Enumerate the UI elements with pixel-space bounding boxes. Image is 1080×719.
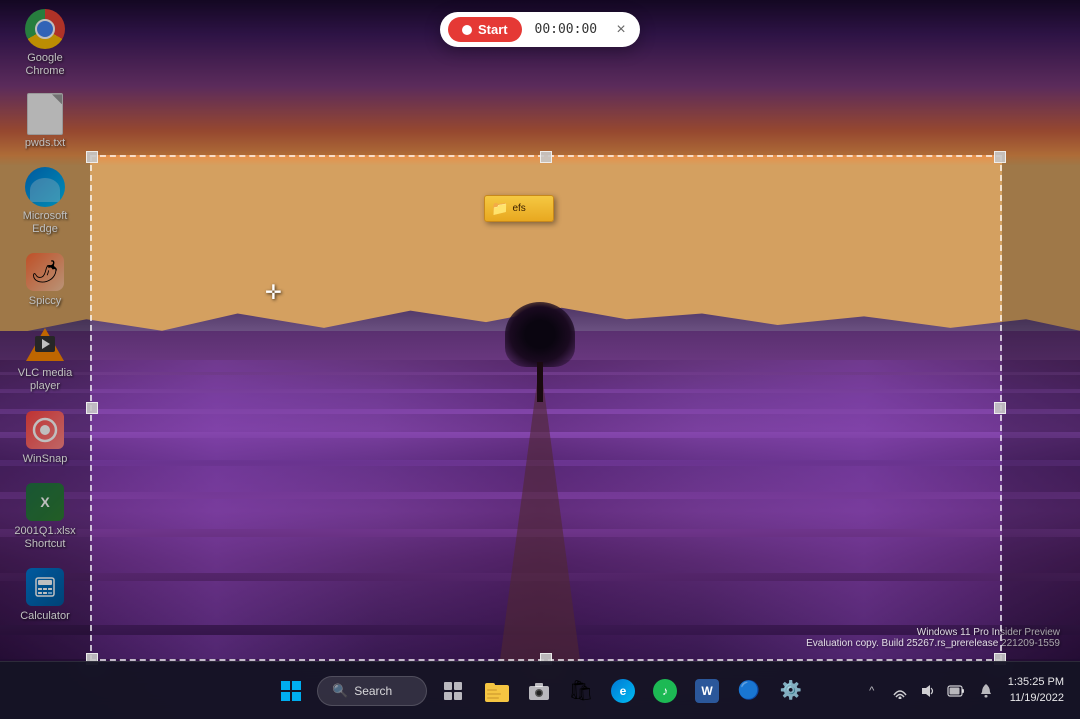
clock-time: 1:35:25 PM — [1008, 675, 1064, 690]
chrome-icon — [25, 9, 65, 49]
start-recording-button[interactable]: Start — [448, 17, 522, 42]
taskbar-center: 🔍 Search — [271, 671, 809, 711]
vlc-label: VLC media player — [9, 367, 81, 393]
spotify-button[interactable]: ♪ — [647, 673, 683, 709]
task-view-button[interactable] — [433, 671, 473, 711]
network-svg — [892, 683, 908, 699]
sound-svg — [920, 683, 936, 699]
camera-button[interactable] — [521, 673, 557, 709]
timer-display: 00:00:00 — [530, 22, 602, 37]
recording-toolbar: Start 00:00:00 × — [440, 12, 640, 47]
desktop-icon-winsnap[interactable]: WinSnap — [5, 406, 85, 470]
desktop-icon-excel[interactable]: X 2001Q1.xlsx Shortcut — [5, 478, 85, 555]
unknown-icon-button[interactable]: 🔵 — [731, 673, 767, 709]
file-explorer-button[interactable] — [479, 673, 515, 709]
calc-svg — [33, 575, 57, 599]
edge-taskbar-icon: e — [611, 679, 635, 703]
excel-label: 2001Q1.xlsx Shortcut — [9, 525, 81, 551]
rec-indicator — [462, 25, 472, 35]
tree-trunk — [537, 362, 543, 402]
pwds-icon-img — [25, 94, 65, 134]
spotify-icon: ♪ — [653, 679, 677, 703]
windows-watermark: Windows 11 Pro Insider Preview Evaluatio… — [806, 627, 1060, 649]
spiccy-label: Spiccy — [29, 295, 61, 308]
network-icon[interactable] — [888, 679, 912, 703]
word-icon: W — [695, 679, 719, 703]
tree-canopy — [505, 302, 575, 367]
folder-label: efs — [512, 203, 525, 214]
search-label: Search — [354, 684, 392, 698]
winsnap-label: WinSnap — [23, 453, 68, 466]
pwds-label: pwds.txt — [25, 137, 65, 150]
folder-popup[interactable]: 📁 efs — [484, 195, 554, 222]
clock[interactable]: 1:35:25 PM 11/19/2022 — [1004, 673, 1068, 708]
camera-icon — [528, 681, 550, 701]
excel-icon-img: X — [25, 482, 65, 522]
clock-date: 11/19/2022 — [1008, 691, 1064, 706]
desktop-icon-google-chrome[interactable]: Google Chrome — [5, 5, 85, 82]
task-view-icon — [443, 681, 463, 701]
close-toolbar-button[interactable]: × — [610, 19, 632, 41]
winsnap-svg — [32, 417, 58, 443]
battery-icon[interactable] — [944, 679, 968, 703]
folder-icon: 📁 — [491, 200, 508, 217]
windows-logo-icon — [280, 680, 302, 702]
taskbar-right: ^ — [860, 673, 1068, 708]
search-bar[interactable]: 🔍 Search — [317, 676, 427, 706]
store-button[interactable]: 🛍 — [563, 673, 599, 709]
excel-icon: X — [26, 483, 64, 521]
chrome-icon-img — [25, 9, 65, 49]
edge-taskbar-button[interactable]: e — [605, 673, 641, 709]
desktop-icon-calculator[interactable]: Calculator — [5, 563, 85, 627]
word-button[interactable]: W — [689, 673, 725, 709]
show-hidden-icons-button[interactable]: ^ — [860, 679, 884, 703]
sky-layer — [0, 0, 1080, 345]
calc-icon — [26, 568, 64, 606]
file-explorer-icon — [485, 680, 509, 702]
desktop-icon-vlc[interactable]: VLC media player — [5, 320, 85, 397]
notification-svg — [978, 683, 994, 699]
desktop-icon-spiccy[interactable]: 🌶 Spiccy — [5, 248, 85, 312]
vlc-icon-img — [25, 324, 65, 364]
sound-icon[interactable] — [916, 679, 940, 703]
watermark-line2: Evaluation copy. Build 25267.rs_prerelea… — [806, 638, 1060, 649]
system-tray: ^ — [860, 679, 968, 703]
spicy-icon: 🌶 — [26, 253, 64, 291]
search-icon: 🔍 — [332, 683, 348, 699]
desktop: 📁 efs Google Chrome pwds.txt Microsoft E… — [0, 0, 1080, 719]
winsnap-icon-img — [25, 410, 65, 450]
start-label: Start — [478, 22, 508, 37]
desktop-icon-microsoft-edge[interactable]: Microsoft Edge — [5, 163, 85, 240]
desktop-icons-container: Google Chrome pwds.txt Microsoft Edge 🌶 … — [0, 0, 90, 670]
vlc-icon — [26, 325, 64, 363]
settings-button[interactable]: ⚙️ — [773, 673, 809, 709]
winsnap-icon — [26, 411, 64, 449]
spiccy-icon-img: 🌶 — [25, 252, 65, 292]
tree — [500, 302, 580, 402]
calc-icon-img — [25, 567, 65, 607]
start-button[interactable] — [271, 671, 311, 711]
chrome-label: Google Chrome — [9, 52, 81, 78]
file-icon — [27, 93, 63, 135]
watermark-line1: Windows 11 Pro Insider Preview — [806, 627, 1060, 638]
notification-icon[interactable] — [974, 679, 998, 703]
desktop-icon-pwds-txt[interactable]: pwds.txt — [5, 90, 85, 154]
battery-svg — [947, 684, 965, 698]
taskbar: 🔍 Search — [0, 661, 1080, 719]
edge-icon — [25, 167, 65, 207]
calc-label: Calculator — [20, 610, 70, 623]
edge-label: Microsoft Edge — [9, 210, 81, 236]
edge-icon-img — [25, 167, 65, 207]
